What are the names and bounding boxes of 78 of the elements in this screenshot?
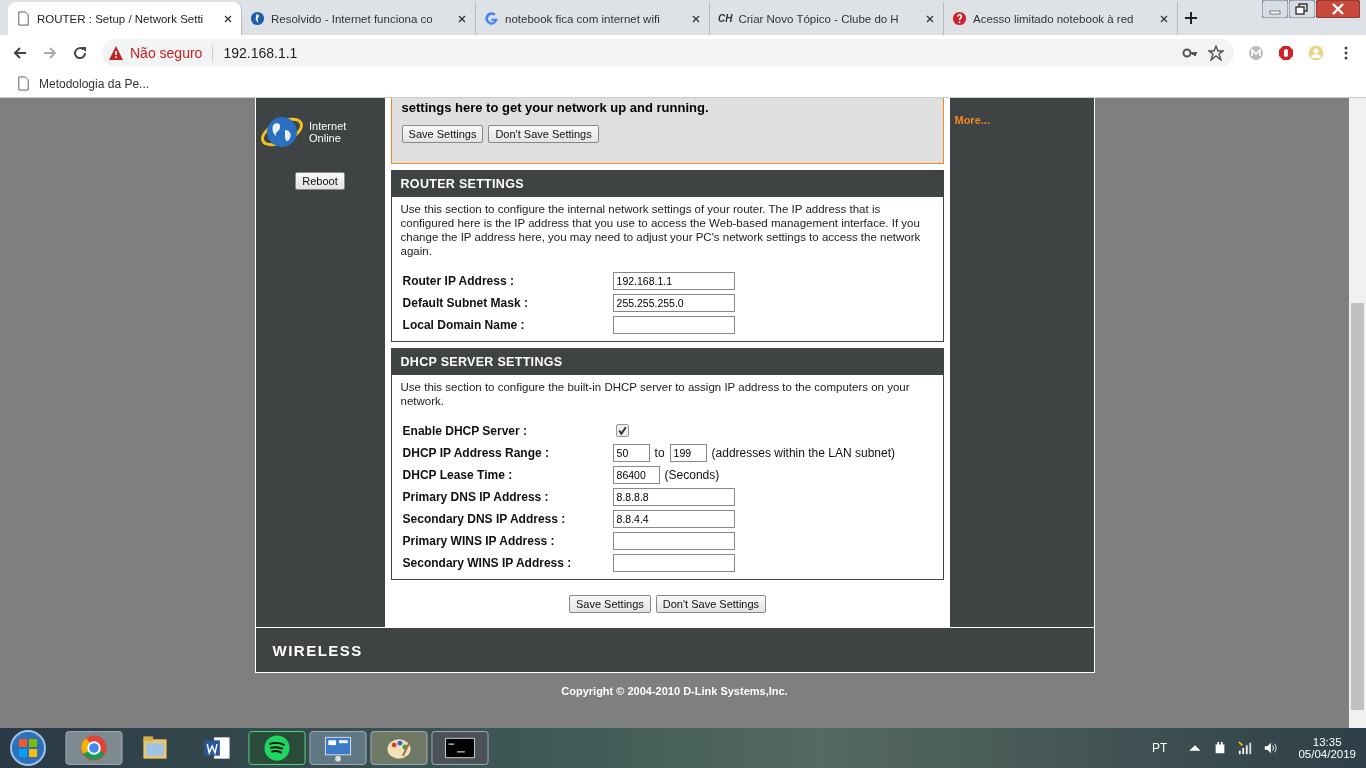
paint-icon[interactable]: [370, 730, 428, 766]
page-icon: [16, 11, 31, 26]
input-field[interactable]: 8.8.8.8: [612, 487, 735, 506]
notice-text: settings here to get your network up and running.: [401, 100, 710, 115]
address-bar[interactable]: Não seguro 192.168.1.1: [102, 38, 1234, 67]
clock-date: 05/04/2019: [1298, 748, 1356, 760]
close-icon[interactable]: [925, 13, 935, 24]
status-text: Online: [309, 132, 342, 144]
input-field[interactable]: 86400: [612, 465, 660, 484]
field-label: Secondary DNS IP Address :: [401, 511, 567, 526]
field-label: DHCP IP Address Range :: [401, 445, 551, 460]
close-icon[interactable]: [223, 13, 233, 24]
copyright-text: Copyright © 2004-2010 D-Link Systems,Inc.: [561, 685, 788, 697]
input-field[interactable]: [612, 531, 735, 550]
scrollbar[interactable]: [1349, 98, 1366, 728]
stop-icon[interactable]: [1278, 44, 1294, 61]
input-field[interactable]: 8.8.4.4: [612, 509, 735, 528]
field-label: Local Domain Name :: [401, 317, 526, 332]
language-indicator[interactable]: PT: [1152, 741, 1168, 755]
page-icon: [16, 76, 31, 91]
signal-icon[interactable]: [1238, 741, 1253, 755]
input-field[interactable]: [612, 553, 735, 572]
warning-icon: [108, 44, 124, 61]
volume-icon[interactable]: [1263, 741, 1278, 755]
settings-button[interactable]: Save Settings: [401, 125, 484, 143]
restore-icon[interactable]: [1289, 0, 1315, 18]
url-text: 192.168.1.1: [223, 44, 298, 61]
brand-text: WIRELESS: [272, 641, 363, 659]
close-icon[interactable]: [1316, 0, 1360, 18]
field-label: Enable DHCP Server :: [401, 423, 529, 438]
field-label: Secondary WINS IP Address :: [401, 555, 573, 570]
range-separator: to: [654, 445, 665, 460]
browser-tab[interactable]: ROUTER : Setup / Network Setti: [8, 2, 242, 35]
close-icon[interactable]: [457, 13, 467, 24]
reload-icon[interactable]: [72, 44, 88, 61]
input-field[interactable]: 199: [669, 443, 707, 462]
control-panel-icon[interactable]: [309, 730, 367, 766]
field-note: (Seconds): [664, 467, 720, 482]
status-text: Internet: [309, 120, 347, 132]
security-label: Não seguro: [130, 44, 203, 61]
settings-button[interactable]: Don't Save Settings: [655, 595, 767, 613]
security-chip[interactable]: Não seguro: [108, 44, 214, 61]
section-description: Use this section to configure the internal network settings of your router. The IP address that is configured here is the IP address that you use to access the Web-based management interface. If you change the IP address here, you may need to adjust your PC's network settings to access the network again.: [400, 202, 922, 258]
back-icon[interactable]: [12, 44, 28, 61]
question-icon: [952, 11, 967, 26]
field-label: Default Subnet Mask :: [401, 295, 529, 310]
clock-time: 13:35: [1312, 736, 1342, 748]
music-icon[interactable]: [248, 730, 306, 766]
chrome-icon[interactable]: [65, 730, 123, 766]
terminal-icon[interactable]: [431, 730, 489, 766]
scroll-thumb[interactable]: [1351, 303, 1364, 710]
checkbox[interactable]: [615, 424, 629, 437]
star-icon[interactable]: [1208, 44, 1224, 61]
settings-button[interactable]: Save Settings: [568, 595, 651, 613]
field-note: (addresses within the LAN subnet): [711, 445, 895, 460]
google-icon: [484, 11, 499, 26]
more-link[interactable]: More...: [954, 114, 990, 126]
close-icon[interactable]: [691, 13, 701, 24]
tab-logo: CH: [718, 13, 733, 24]
section-title: DHCP SERVER SETTINGS: [391, 349, 944, 375]
section-description: Use this section to configure the built-in DHCP server to assign IP address to the computers on your network.: [400, 380, 911, 408]
close-icon[interactable]: [1159, 13, 1169, 24]
section-title: ROUTER SETTINGS: [391, 171, 944, 197]
globe-icon: [250, 11, 265, 26]
field-label: DHCP Lease Time :: [401, 467, 514, 482]
input-field[interactable]: [612, 315, 735, 334]
input-field[interactable]: 50: [612, 443, 650, 462]
field-label: Primary DNS IP Address :: [401, 489, 550, 504]
reboot-button[interactable]: Reboot: [295, 172, 345, 190]
new-tab-icon[interactable]: [1184, 11, 1198, 25]
input-field[interactable]: 255.255.255.0: [612, 293, 735, 312]
clock[interactable]: 13:35 05/04/2019: [1298, 736, 1356, 760]
bookmark[interactable]: Metodologia da Pe...: [16, 76, 150, 91]
settings-button[interactable]: Don't Save Settings: [488, 125, 599, 143]
field-label: Router IP Address :: [401, 273, 515, 288]
start-button[interactable]: [8, 728, 48, 768]
field-label: Primary WINS IP Address :: [401, 533, 556, 548]
input-field[interactable]: 192.168.1.1: [612, 271, 735, 290]
